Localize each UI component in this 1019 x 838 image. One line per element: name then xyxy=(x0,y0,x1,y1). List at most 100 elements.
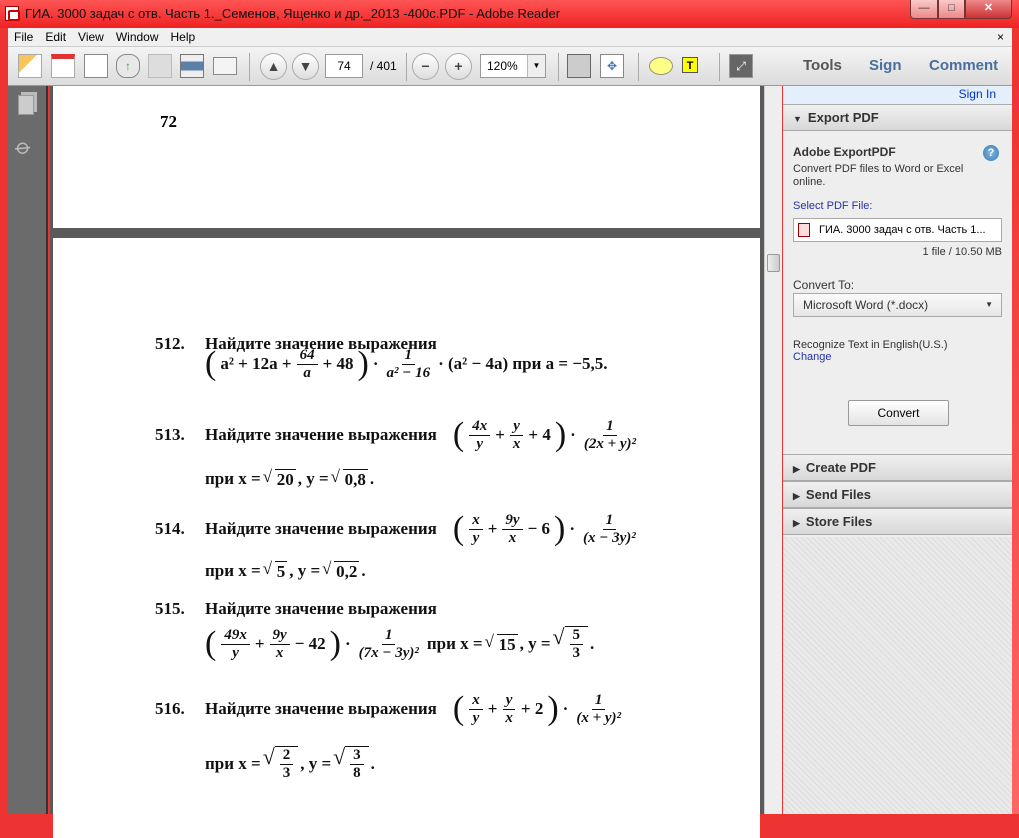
email-icon[interactable] xyxy=(213,57,237,75)
fraction: 38 xyxy=(350,747,364,782)
menu-file[interactable]: File xyxy=(8,28,39,44)
menu-help[interactable]: Help xyxy=(165,28,202,44)
fraction: 64 a xyxy=(296,347,318,382)
menu-view[interactable]: View xyxy=(72,28,110,44)
tools-panel: Sign In ▼ Export PDF Adobe ExportPDF ? Co… xyxy=(783,86,1012,814)
zoom-out-icon[interactable]: − xyxy=(412,53,439,80)
pdf-page: 512. Найдите значение выражения (a² + 12a … xyxy=(53,238,760,838)
scrollbar-thumb[interactable] xyxy=(767,254,780,272)
sign-tab[interactable]: Sign xyxy=(869,57,902,74)
parenthesis: ) xyxy=(554,416,567,453)
problem-line: 516. Найдите значение выражения(x y + y x + 2)… xyxy=(155,691,627,727)
problem-number: 512. xyxy=(155,334,185,353)
triangle-right-icon: ▶ xyxy=(793,464,800,474)
print-icon[interactable] xyxy=(180,54,204,78)
page-number-input[interactable]: 74 xyxy=(325,54,363,78)
save-icon[interactable] xyxy=(148,54,172,78)
convert-format-select[interactable]: Microsoft Word (*.docx) ▼ xyxy=(793,293,1002,317)
math-text: , y = xyxy=(297,469,329,488)
denominator: 3 xyxy=(282,765,291,781)
change-language-link[interactable]: Change xyxy=(793,351,832,363)
parenthesis: ( xyxy=(205,345,217,382)
math-text: при x = xyxy=(205,469,261,488)
denominator: x xyxy=(275,644,284,661)
convert-button[interactable]: Convert xyxy=(848,400,949,426)
document-view: 72 512. Найдите значение выражения (a² + 1… xyxy=(50,86,764,838)
denominator: (x + y)² xyxy=(576,709,622,726)
denominator: a xyxy=(303,364,311,381)
fraction: 1 (x + y)² xyxy=(573,692,624,727)
pdf-page: 72 xyxy=(53,86,760,228)
full-screen-icon[interactable]: ⤢ xyxy=(729,54,753,78)
export-pdf-header[interactable]: ▼ Export PDF xyxy=(783,104,1012,131)
problem-expression: (a² + 12a +64 a + 48) · 1 a² − 16 · (a² − 4a) … xyxy=(203,344,610,384)
problem-line: 513. Найдите значение выражения(4x y + y x + 4… xyxy=(155,416,642,453)
fraction: xy xyxy=(469,512,483,547)
menu-window[interactable]: Window xyxy=(110,28,165,44)
create-pdf-icon[interactable] xyxy=(51,54,75,78)
maximize-button[interactable]: □ xyxy=(938,0,965,19)
denominator: (2x + y)² xyxy=(583,435,637,452)
math-text: − 6 xyxy=(527,519,550,538)
problem-number: 514. xyxy=(155,519,185,538)
send-files-label: Send Files xyxy=(805,487,871,502)
problem-line: 514. Найдите значение выражения(x y +9y x − 6… xyxy=(155,511,642,547)
next-page-icon[interactable]: ▼ xyxy=(292,53,319,80)
comment-tab[interactable]: Comment xyxy=(929,57,998,74)
send-files-header[interactable]: ▶ Send Files xyxy=(783,481,1012,508)
problem-text: Найдите значение выражения xyxy=(205,599,437,618)
zoom-level-select[interactable]: 120% ▼ xyxy=(480,54,546,78)
scrolling-mode-icon[interactable] xyxy=(567,54,591,78)
math-text: · (a² − 4a) при a = −5,5. xyxy=(438,354,608,373)
description-line2: online. xyxy=(793,176,826,188)
denominator: y xyxy=(472,709,480,726)
highlight-text-icon[interactable]: T xyxy=(682,57,698,73)
previous-page-icon[interactable]: ▲ xyxy=(260,53,287,80)
open-icon[interactable] xyxy=(18,54,42,78)
math-text: · xyxy=(344,634,351,653)
pages-icon[interactable] xyxy=(18,95,34,115)
file-info: 1 file / 10.50 MB xyxy=(922,246,1003,258)
fraction: yx xyxy=(502,692,516,727)
zoom-in-icon[interactable]: + xyxy=(445,53,472,80)
sign-in-link[interactable]: Sign In xyxy=(959,87,996,101)
close-document-button[interactable]: × xyxy=(997,30,1004,44)
comment-bubble-icon[interactable] xyxy=(649,57,673,75)
tools-tab[interactable]: Tools xyxy=(803,57,842,74)
denominator: y xyxy=(472,529,480,546)
numerator: x xyxy=(469,512,483,530)
select-file-label: Select PDF File: xyxy=(793,200,873,212)
store-files-header[interactable]: ▶ Store Files xyxy=(783,508,1012,535)
title-bar: ГИА. 3000 задач с отв. Часть 1._Семенов,… xyxy=(0,0,1019,28)
numerator: 2 xyxy=(279,747,294,765)
square-root: 20 xyxy=(263,467,296,490)
format-value: Microsoft Word (*.docx) xyxy=(803,298,929,312)
minimize-button[interactable]: — xyxy=(910,0,938,19)
attachment-icon[interactable]: ⌀ xyxy=(10,133,37,161)
close-button[interactable]: ✕ xyxy=(965,0,1012,19)
cloud-upload-icon[interactable]: ↑ xyxy=(116,54,140,78)
create-pdf-header[interactable]: ▶ Create PDF xyxy=(783,454,1012,481)
help-icon[interactable]: ? xyxy=(983,145,999,161)
selected-file-field[interactable]: ГИА. 3000 задач с отв. Часть 1... xyxy=(793,218,1002,242)
numerator: 49x xyxy=(221,627,250,645)
chevron-down-icon[interactable]: ▼ xyxy=(527,55,545,77)
menu-edit[interactable]: Edit xyxy=(39,28,72,44)
denominator: a² − 16 xyxy=(386,364,431,381)
numerator: x xyxy=(469,692,483,710)
numerator: 9y xyxy=(502,512,523,530)
vertical-scrollbar[interactable] xyxy=(764,86,782,814)
numerator: 64 xyxy=(296,347,318,365)
square-root: 15 xyxy=(485,632,518,655)
store-files-label: Store Files xyxy=(805,514,873,529)
navigation-pane: ⌀ xyxy=(8,86,48,814)
denominator: (7x − 3y)² xyxy=(358,644,419,661)
math-text: . xyxy=(590,634,595,653)
fit-page-icon[interactable]: ✥ xyxy=(600,54,624,78)
edit-icon[interactable] xyxy=(84,54,108,78)
chevron-down-icon: ▼ xyxy=(985,300,993,309)
parenthesis: ) xyxy=(357,345,369,382)
math-text: a² + 12a + xyxy=(220,354,292,373)
problem-number: 516. xyxy=(155,699,185,718)
square-root: 0,2 xyxy=(322,559,360,582)
